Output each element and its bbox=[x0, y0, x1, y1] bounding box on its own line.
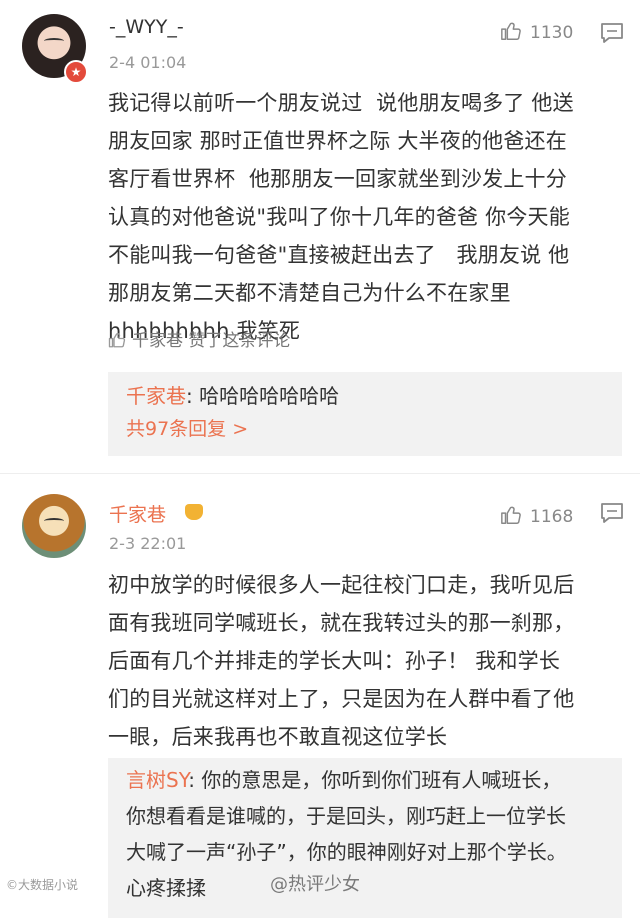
username[interactable]: 千家巷 bbox=[109, 500, 166, 527]
avatar-face-icon bbox=[44, 518, 64, 524]
reply-content: 哈哈哈哈哈哈哈 bbox=[199, 384, 340, 408]
liked-by-text: 千家巷 赞了这条评论 bbox=[132, 331, 291, 351]
like-count: 1168 bbox=[530, 507, 574, 527]
verified-badge-icon: ★ bbox=[64, 60, 88, 84]
watermark-left: ©大数据小说 bbox=[6, 878, 79, 892]
like-count: 1130 bbox=[530, 23, 574, 43]
timestamp: 2-3 22:01 bbox=[109, 534, 187, 553]
reply-box[interactable]: 千家巷: 哈哈哈哈哈哈哈 共97条回复 > bbox=[108, 372, 622, 456]
username[interactable]: -_WYY_- bbox=[109, 16, 184, 38]
timestamp: 2-4 01:04 bbox=[109, 53, 187, 72]
comment-body: 初中放学的时候很多人一起往校门口走，我听见后 面有我班同学喊班长，就在我转过头的… bbox=[108, 573, 575, 749]
comment-item: ★ -_WYY_- 2-4 01:04 1130 我记得以前听一个朋友说过 说他… bbox=[0, 0, 640, 474]
reply-author[interactable]: 千家巷 bbox=[126, 384, 186, 408]
comment-body: 我记得以前听一个朋友说过 说他朋友喝多了 他送 朋友回家 那时正值世界杯之际 大… bbox=[108, 91, 574, 343]
avatar-face-icon bbox=[44, 38, 64, 44]
thumbs-up-icon bbox=[501, 506, 521, 524]
thumbs-up-icon bbox=[501, 22, 521, 40]
reply-text: 千家巷: 哈哈哈哈哈哈哈 bbox=[126, 378, 610, 414]
avatar[interactable] bbox=[22, 494, 86, 558]
reply-separator: : bbox=[186, 384, 200, 408]
liked-by-line: 千家巷 赞了这条评论 bbox=[108, 326, 290, 351]
comment-item: 千家巷 2-3 22:01 1168 初中放学的时候很多人一起往校门口走，我听见… bbox=[0, 474, 640, 918]
crown-icon bbox=[185, 504, 203, 520]
like-button[interactable]: 1168 bbox=[500, 504, 573, 527]
comment-icon[interactable] bbox=[600, 502, 624, 524]
watermark-center: @热评少女 bbox=[270, 874, 360, 895]
like-button[interactable]: 1130 bbox=[500, 20, 573, 43]
thumbs-up-icon bbox=[108, 333, 126, 348]
reply-author[interactable]: 言树SY bbox=[126, 768, 188, 792]
reply-text: 言树SY: 你的意思是，你听到你们班有人喊班长， 你想看看是谁喊的，于是回头，刚… bbox=[126, 762, 610, 906]
view-replies-link[interactable]: 共97条回复 > bbox=[126, 414, 248, 441]
comment-icon[interactable] bbox=[600, 22, 624, 44]
reply-box[interactable]: 言树SY: 你的意思是，你听到你们班有人喊班长， 你想看看是谁喊的，于是回头，刚… bbox=[108, 758, 622, 918]
reply-separator: : bbox=[188, 768, 202, 792]
